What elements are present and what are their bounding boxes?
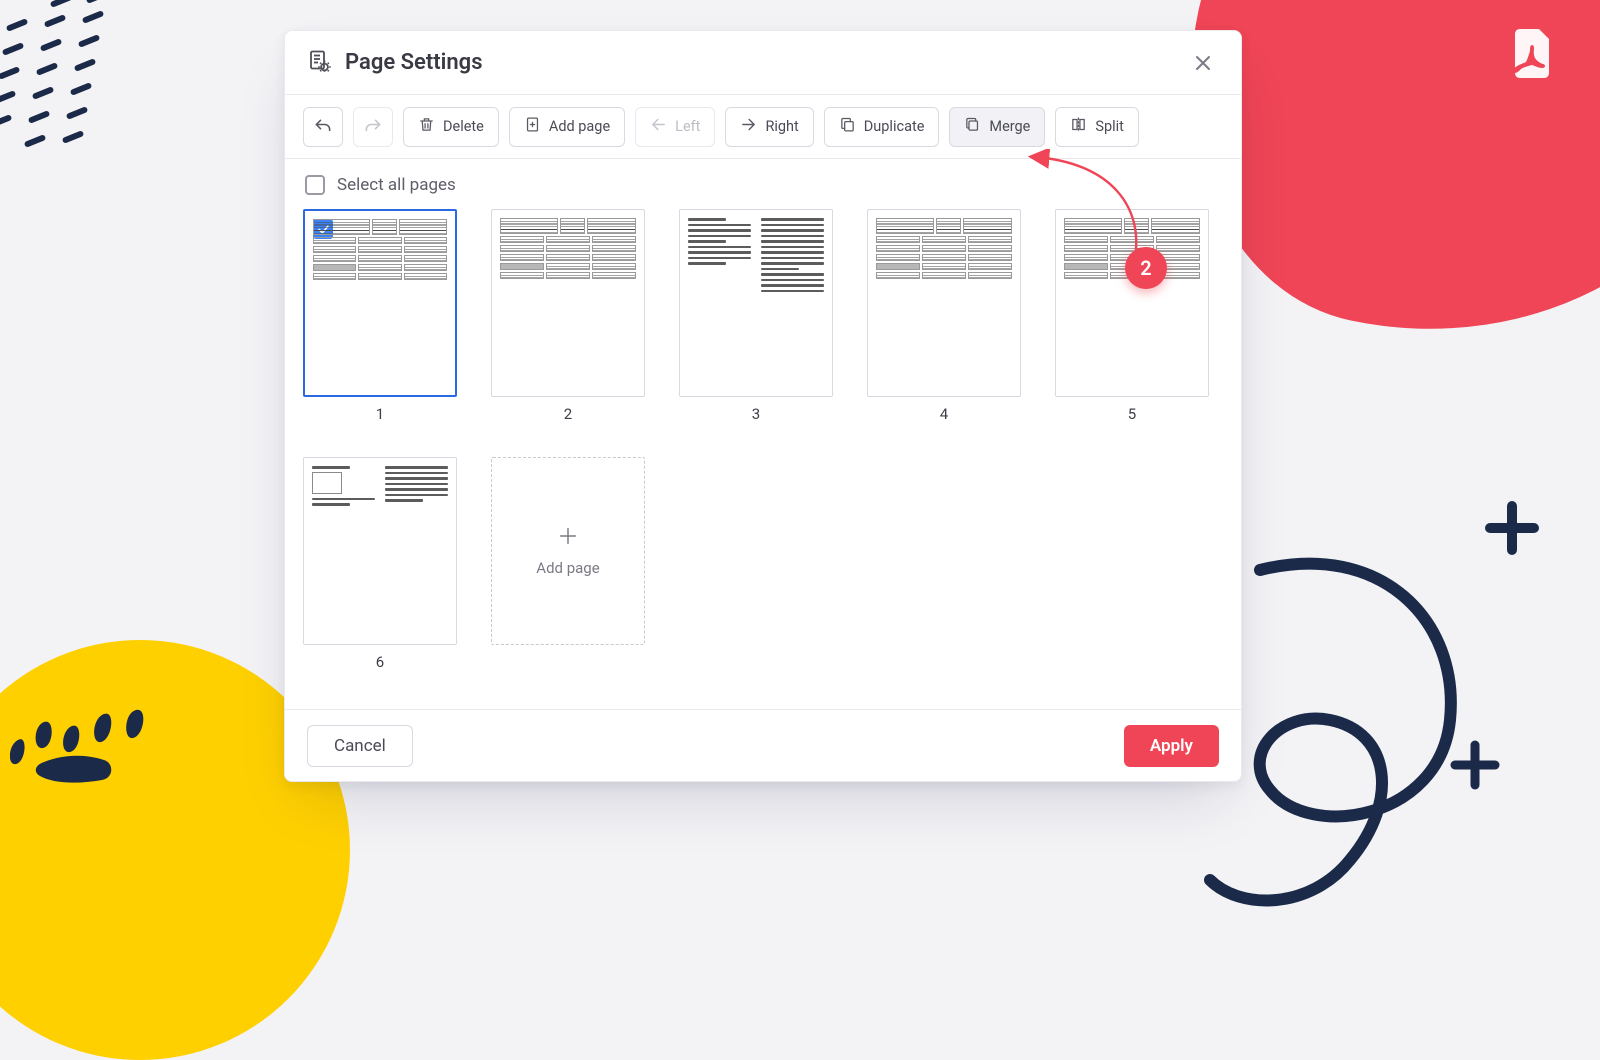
page-thumbnail-4[interactable]	[867, 209, 1021, 397]
page-thumbnail: 6	[303, 457, 457, 671]
plus-doodle-decor	[1484, 500, 1540, 556]
dialog-title: Page Settings	[345, 50, 483, 75]
redo-button[interactable]	[353, 107, 393, 147]
page-thumbnail: 4	[867, 209, 1021, 423]
plus-icon	[557, 525, 579, 551]
page-settings-dialog: Page Settings Delete Add page	[284, 30, 1242, 782]
right-label: Right	[765, 118, 798, 135]
cancel-button[interactable]: Cancel	[307, 725, 413, 767]
page-thumbnail-2[interactable]	[491, 209, 645, 397]
select-all-checkbox[interactable]	[305, 175, 325, 195]
cancel-label: Cancel	[334, 736, 386, 756]
swoosh-doodle-decor	[1200, 540, 1520, 930]
merge-button[interactable]: Merge	[949, 107, 1045, 147]
split-label: Split	[1095, 118, 1124, 135]
dots-doodle-decor	[0, 0, 130, 164]
add-page-tile-wrap: Add page	[491, 457, 645, 671]
left-label: Left	[675, 118, 700, 135]
page-thumbnail: 1	[303, 209, 457, 423]
close-button[interactable]	[1187, 47, 1219, 79]
dialog-footer: Cancel Apply	[285, 709, 1241, 781]
apply-button[interactable]: Apply	[1124, 725, 1219, 767]
page-number-label: 2	[564, 405, 572, 423]
rotate-right-button[interactable]: Right	[725, 107, 813, 147]
apply-label: Apply	[1150, 736, 1193, 756]
page-thumbnail-grid: 1 2	[303, 209, 1223, 671]
arrow-left-icon	[650, 116, 667, 137]
split-icon	[1070, 116, 1087, 137]
page-settings-icon	[307, 49, 331, 77]
add-page-tile[interactable]: Add page	[491, 457, 645, 645]
rotate-left-button[interactable]: Left	[635, 107, 715, 147]
duplicate-button[interactable]: Duplicate	[824, 107, 940, 147]
split-button[interactable]: Split	[1055, 107, 1139, 147]
merge-icon	[964, 116, 981, 137]
add-page-button[interactable]: Add page	[509, 107, 625, 147]
page-thumbnail: 3	[679, 209, 833, 423]
page-thumbnail-1[interactable]	[303, 209, 457, 397]
page-thumbnail-6[interactable]	[303, 457, 457, 645]
annotation-step-badge: 2	[1125, 247, 1167, 289]
duplicate-label: Duplicate	[864, 118, 925, 135]
add-page-label: Add page	[549, 118, 610, 135]
undo-button[interactable]	[303, 107, 343, 147]
delete-label: Delete	[443, 118, 484, 135]
select-all-label: Select all pages	[337, 175, 456, 195]
delete-button[interactable]: Delete	[403, 107, 499, 147]
trash-icon	[418, 116, 435, 137]
page-number-label: 5	[1128, 405, 1136, 423]
duplicate-icon	[839, 116, 856, 137]
page-thumbnail-3[interactable]	[679, 209, 833, 397]
pdf-logo-icon	[1509, 28, 1555, 80]
plus-doodle-decor	[1450, 740, 1500, 790]
page-number-label: 6	[376, 653, 384, 671]
add-page-icon	[524, 116, 541, 137]
merge-label: Merge	[989, 118, 1030, 135]
page-number-label: 4	[940, 405, 948, 423]
add-page-tile-label: Add page	[536, 559, 599, 577]
annotation-step-label: 2	[1140, 256, 1151, 280]
dialog-header: Page Settings	[285, 31, 1241, 95]
page-number-label: 1	[376, 405, 384, 423]
page-number-label: 3	[752, 405, 760, 423]
paws-doodle-decor	[10, 670, 240, 790]
page-thumbnail: 2	[491, 209, 645, 423]
arrow-right-icon	[740, 116, 757, 137]
